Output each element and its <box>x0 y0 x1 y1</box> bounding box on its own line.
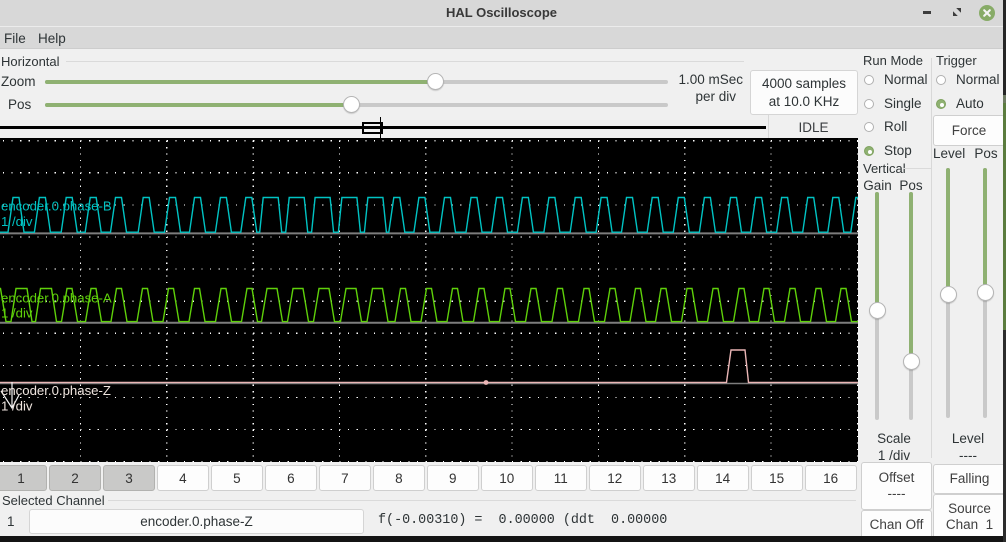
svg-text:1 /div: 1 /div <box>1 306 33 321</box>
svg-text:encoder.0.phase-B: encoder.0.phase-B <box>1 199 112 214</box>
svg-text:1 /div: 1 /div <box>1 214 33 229</box>
svg-text:encoder.0.phase-A: encoder.0.phase-A <box>1 291 112 306</box>
svg-text:1 /div: 1 /div <box>1 399 33 414</box>
svg-text:encoder.0.phase-Z: encoder.0.phase-Z <box>1 383 111 398</box>
